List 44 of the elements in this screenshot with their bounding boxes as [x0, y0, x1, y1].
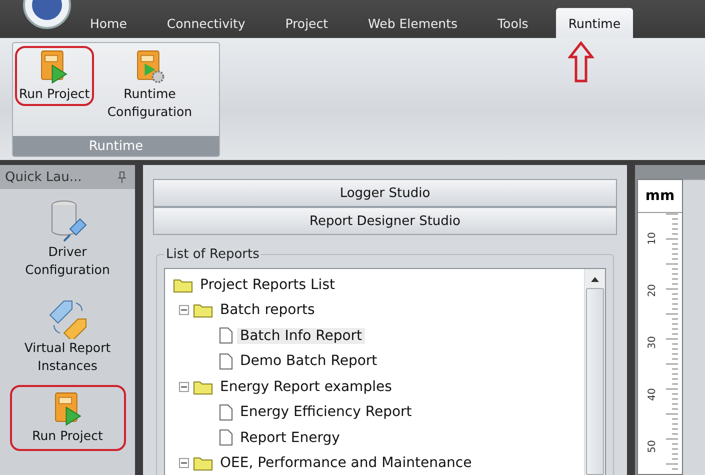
tree-item[interactable]: OEE, Performance and Maintenance: [217, 455, 475, 472]
folder-icon: [193, 378, 213, 395]
tree-item[interactable]: Project Reports List: [197, 276, 338, 293]
ribbon-tab[interactable]: Home: [78, 8, 139, 38]
ribbon-tab[interactable]: Project: [273, 8, 340, 38]
ribbon-button[interactable]: Runtime Configuration: [94, 46, 206, 124]
ribbon-tab[interactable]: Runtime: [556, 8, 633, 38]
ribbon-button[interactable]: Run Project: [15, 46, 94, 106]
quick-launch-item[interactable]: Driver Configuration: [0, 193, 135, 285]
ruler-label: 30: [646, 336, 658, 349]
ruler-label: 20: [646, 284, 658, 297]
document-icon: [219, 327, 233, 344]
quick-launch-item[interactable]: Virtual Report Instances: [0, 289, 135, 381]
tree-item[interactable]: Report Energy: [237, 430, 343, 446]
collapse-icon[interactable]: [179, 305, 189, 316]
folder-icon: [173, 276, 193, 293]
document-icon: [219, 429, 233, 446]
studio-bar[interactable]: Logger Studio: [153, 179, 617, 207]
group-label: Runtime: [13, 136, 219, 156]
ruler-label: 40: [646, 388, 658, 401]
ribbon-tab[interactable]: Tools: [486, 8, 540, 38]
panel-title: Quick Lau...: [5, 170, 82, 184]
studio-bar[interactable]: Report Designer Studio: [153, 207, 617, 235]
group-title: List of Reports: [165, 247, 260, 262]
document-icon: [219, 404, 233, 421]
tree-item[interactable]: Batch Info Report: [237, 328, 366, 344]
ruler-unit: mm: [638, 180, 682, 213]
tree-item[interactable]: Demo Batch Report: [237, 353, 380, 370]
tree-item[interactable]: Batch reports: [217, 302, 318, 318]
scrollbar[interactable]: [584, 269, 605, 475]
tree-item[interactable]: Energy Efficiency Report: [237, 404, 415, 420]
ruler-label: 50: [646, 440, 658, 453]
document-icon: [219, 352, 233, 370]
pin-icon[interactable]: [117, 171, 127, 183]
folder-icon: [193, 455, 213, 472]
folder-icon: [193, 302, 213, 318]
collapse-icon[interactable]: [179, 458, 189, 468]
quick-launch-item[interactable]: Run Project: [10, 385, 126, 451]
tree-item[interactable]: Energy Report examples: [217, 378, 395, 395]
collapse-icon[interactable]: [179, 382, 189, 392]
ribbon-tab[interactable]: Web Elements: [356, 8, 470, 38]
ribbon-tab[interactable]: Connectivity: [154, 8, 258, 38]
ruler-label: 10: [646, 232, 658, 245]
scroll-up-icon[interactable]: [591, 276, 599, 282]
